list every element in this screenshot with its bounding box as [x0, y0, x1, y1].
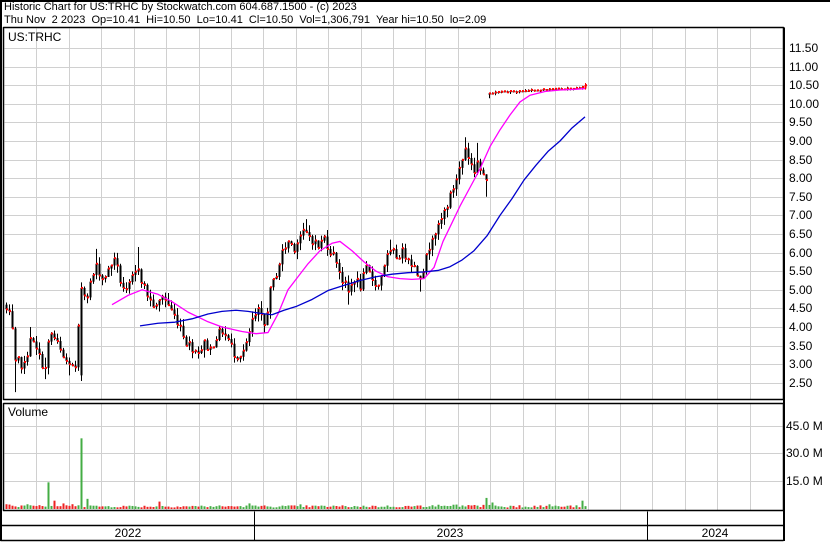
price-axis-label: 10.00 — [789, 97, 820, 111]
price-axis-label: 4.00 — [789, 320, 813, 334]
volume-label: Volume — [8, 405, 49, 419]
price-axis-label: 7.00 — [789, 208, 813, 222]
stockwatch-chart-window: Historic Chart for US:TRHC by Stockwatch… — [0, 0, 830, 543]
volume-axis-label: 15.0 M — [786, 474, 823, 488]
quote-line: Thu Nov 2 2023 Op=10.41 Hi=10.50 Lo=10.4… — [4, 14, 487, 26]
chart-title: Historic Chart for US:TRHC by Stockwatch… — [4, 1, 357, 13]
price-axis-label: 10.50 — [789, 78, 820, 92]
symbol-label: US:TRHC — [8, 30, 62, 44]
price-axis-label: 8.00 — [789, 171, 813, 185]
price-axis-label: 5.50 — [789, 264, 813, 278]
price-axis-label: 2.50 — [789, 376, 813, 390]
year-label: 2024 — [701, 526, 729, 540]
price-axis-label: 3.00 — [789, 357, 813, 371]
price-axis-label: 8.50 — [789, 153, 813, 167]
price-axis-label: 4.50 — [789, 301, 813, 315]
year-label: 2023 — [436, 526, 464, 540]
price-axis-label: 6.50 — [789, 227, 813, 241]
volume-axis-label: 45.0 M — [786, 419, 823, 433]
volume-axis-label: 30.0 M — [786, 446, 823, 460]
year-label: 2022 — [114, 526, 142, 540]
price-axis-label: 6.00 — [789, 246, 813, 260]
price-axis-label: 11.50 — [789, 41, 819, 55]
price-axis-label: 3.50 — [789, 339, 813, 353]
chart-canvas — [0, 0, 830, 543]
price-axis-label: 5.00 — [789, 283, 813, 297]
price-axis-label: 9.50 — [789, 115, 813, 129]
price-axis-label: 7.50 — [789, 190, 813, 204]
price-axis-label: 9.00 — [789, 134, 813, 148]
price-axis-label: 11.00 — [789, 60, 819, 74]
